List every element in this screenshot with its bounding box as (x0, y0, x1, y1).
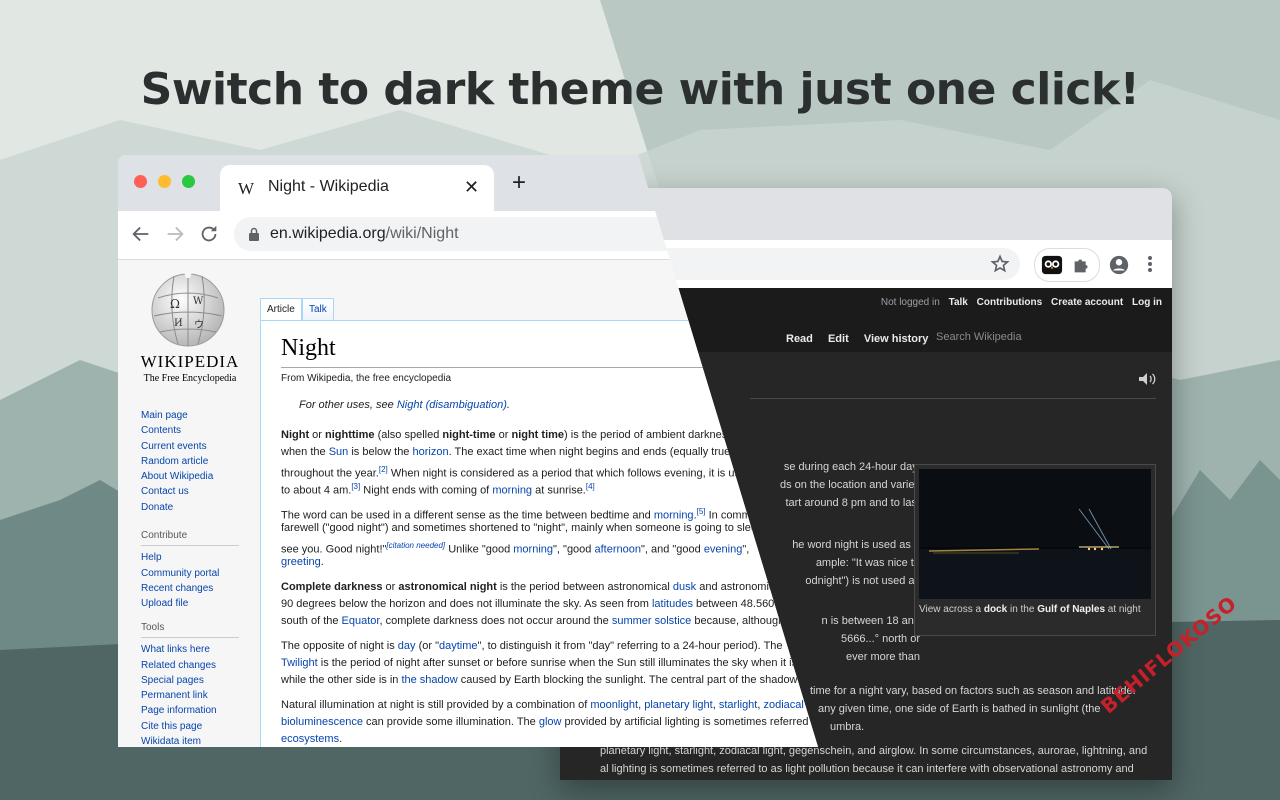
star-icon[interactable] (990, 254, 1010, 274)
wikipedia-tagline: The Free Encyclopedia (143, 373, 237, 384)
new-tab-button[interactable]: + (512, 171, 526, 195)
sidebar-item-current-events[interactable]: Current events (141, 439, 213, 454)
kebab-menu-icon[interactable] (1142, 254, 1158, 274)
sidebar-item-wikidata-item[interactable]: Wikidata item (141, 734, 239, 747)
sidebar-tools: Tools What links here Related changes Sp… (141, 620, 239, 747)
not-logged-in: Not logged in (880, 297, 940, 308)
page-title: Night (281, 335, 336, 361)
sidebar-heading-contribute: Contribute (141, 528, 239, 547)
sidebar-item-donate[interactable]: Donate (141, 500, 213, 515)
wikipedia-favicon-icon: W (238, 179, 255, 198)
caption-text: in the (1007, 604, 1038, 615)
paragraph-line: The opposite of night is day (or "daytim… (281, 640, 783, 652)
wikipedia-wordmark: WIKIPEDIA (140, 352, 240, 371)
hatnote: For other uses, see Night (disambiguatio… (299, 399, 510, 411)
sidebar-item-upload-file[interactable]: Upload file (141, 596, 239, 611)
paragraph-line: bioluminescence can provide some illumin… (281, 716, 809, 728)
tab-edit[interactable]: Edit (828, 333, 849, 345)
profile-icon[interactable] (1108, 254, 1130, 276)
svg-text:И: И (174, 318, 183, 329)
tab-talk[interactable]: Talk (302, 298, 334, 321)
caption-text: at night (1105, 604, 1141, 615)
paragraph-line: to about 4 am.[3] Night ends with coming… (281, 482, 595, 497)
puzzle-icon[interactable] (1071, 254, 1093, 276)
paragraph-line: while the other side is in the shadow ca… (281, 674, 798, 686)
hatnote-link[interactable]: Night (disambiguation) (397, 399, 507, 411)
sidebar-item-permanent-link[interactable]: Permanent link (141, 688, 239, 703)
paragraph-line: ecosystems. (281, 733, 343, 745)
tab-read[interactable]: Read (786, 333, 813, 345)
view-tabs: Read Edit View history (786, 333, 940, 345)
paragraph-line: 90 degrees below the horizon and does no… (281, 598, 781, 610)
search-input[interactable]: Search Wikipedia (936, 331, 1022, 343)
site-sub: From Wikipedia, the free encyclopedia (281, 373, 452, 384)
thumbnail-caption: View across a dock in the Gulf of Naples… (919, 603, 1149, 617)
svg-text:W: W (193, 296, 204, 307)
night-harbor-photo[interactable] (919, 469, 1151, 599)
paragraph-line: Complete darkness or astronomical night … (281, 581, 783, 593)
sidebar-item-random-article[interactable]: Random article (141, 454, 213, 469)
sidebar-item-special-pages[interactable]: Special pages (141, 673, 239, 688)
paragraph-line: see you. Good night!"[citation needed] U… (281, 541, 750, 556)
paragraph-line: when the Sun is below the horizon. The e… (281, 446, 731, 458)
sidebar-item-what-links-here[interactable]: What links here (141, 642, 239, 657)
url-path: /wiki/Night (385, 225, 459, 242)
tab-night-wikipedia[interactable]: W Night - Wikipedia ✕ (220, 165, 494, 211)
back-arrow-icon[interactable] (130, 223, 152, 245)
svg-text:Ω: Ω (170, 297, 180, 311)
paragraph-line: farewell ("good night") and sometimes sh… (281, 522, 764, 534)
log-in-link[interactable]: Log in (1132, 297, 1162, 308)
paragraph-line: south of the Equator, complete darkness … (281, 615, 785, 627)
paragraph-line: Natural illumination at night is still p… (281, 699, 804, 711)
headline: Switch to dark theme with just one click… (140, 64, 1140, 115)
caption-text: View across a (919, 604, 984, 615)
sidebar-item-community-portal[interactable]: Community portal (141, 566, 239, 581)
tab-view-history[interactable]: View history (864, 333, 929, 345)
create-account-link[interactable]: Create account (1051, 297, 1123, 308)
paragraph-line: Night or nighttime (also spelled night-t… (281, 429, 733, 441)
contributions-link[interactable]: Contributions (977, 297, 1043, 308)
caption-link-dock[interactable]: dock (984, 604, 1007, 615)
url-host: en.wikipedia.org (270, 225, 386, 242)
sidebar-navigation: Main page Contents Current events Random… (141, 408, 213, 515)
tab-title: Night - Wikipedia (268, 178, 389, 195)
article-thumbnail: View across a dock in the Gulf of Naples… (914, 464, 1156, 636)
talk-link[interactable]: Talk (949, 297, 968, 308)
forward-arrow-icon[interactable] (164, 223, 186, 245)
tab-article[interactable]: Article (260, 298, 302, 321)
sidebar-item-recent-changes[interactable]: Recent changes (141, 581, 239, 596)
close-tab-icon[interactable]: ✕ (464, 177, 479, 198)
wikipedia-globe-logo[interactable]: Ω W И ウ (148, 268, 228, 348)
sidebar-contribute: Contribute Help Community portal Recent … (141, 528, 239, 611)
maximize-window-button[interactable] (182, 175, 195, 188)
owl-icon[interactable] (1041, 254, 1063, 276)
sidebar-item-page-information[interactable]: Page information (141, 703, 239, 718)
url-text: en.wikipedia.org/wiki/Night (270, 225, 459, 243)
speaker-icon[interactable] (1138, 372, 1156, 386)
sidebar-item-contents[interactable]: Contents (141, 423, 213, 438)
sidebar-item-contact-us[interactable]: Contact us (141, 484, 213, 499)
hatnote-text: For other uses, see (299, 399, 397, 411)
reload-icon[interactable] (198, 223, 220, 245)
paragraph-line: Twilight is the period of night after su… (281, 657, 798, 669)
close-window-button[interactable] (134, 175, 147, 188)
sidebar-item-help[interactable]: Help (141, 550, 239, 565)
sidebar-item-main-page[interactable]: Main page (141, 408, 213, 423)
svg-text:ウ: ウ (194, 319, 204, 331)
lock-icon[interactable] (248, 227, 260, 241)
sidebar-heading-tools: Tools (141, 620, 239, 639)
paragraph-line: greeting. (281, 556, 324, 568)
caption-link-gulf[interactable]: Gulf of Naples (1037, 604, 1105, 615)
title-rule (750, 398, 1156, 399)
sidebar-item-cite-this-page[interactable]: Cite this page (141, 719, 239, 734)
personal-tools: Not logged in Talk Contributions Create … (881, 297, 1162, 308)
sidebar-item-about-wikipedia[interactable]: About Wikipedia (141, 469, 213, 484)
dark-text-line: umbra. (830, 721, 865, 733)
minimize-window-button[interactable] (158, 175, 171, 188)
dark-text-line: al lighting is sometimes referred to as … (600, 763, 1134, 775)
sidebar-item-related-changes[interactable]: Related changes (141, 658, 239, 673)
hatnote-text: . (506, 399, 510, 411)
extension-group (1034, 248, 1100, 282)
